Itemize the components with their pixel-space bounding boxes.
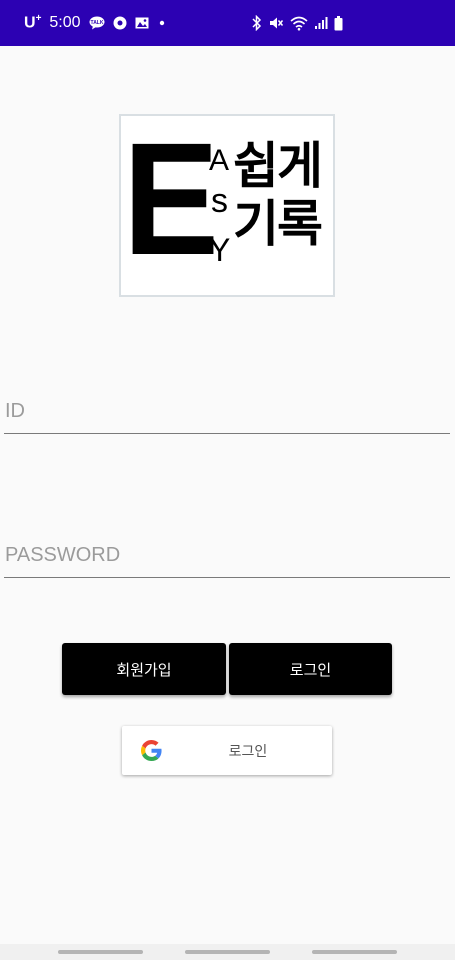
google-g-icon — [141, 740, 162, 761]
logo-letter-a: A — [209, 144, 230, 177]
logo-korean-line2: 기록 — [233, 195, 323, 253]
id-input[interactable] — [4, 394, 450, 434]
login-button-label: 로그인 — [289, 660, 332, 679]
recent-apps-button[interactable] — [58, 950, 143, 954]
navigation-bar — [0, 944, 455, 960]
talk-icon: TALK — [89, 16, 105, 30]
mute-icon — [268, 15, 284, 31]
google-login-button[interactable]: 로그인 — [122, 726, 332, 775]
home-button[interactable] — [185, 950, 270, 954]
clock: 5:00 — [49, 14, 81, 31]
app-logo: E A s Y 쉽게 기록 — [119, 114, 335, 297]
image-icon — [135, 17, 149, 29]
back-button[interactable] — [312, 950, 397, 954]
carrier-sup: + — [35, 13, 42, 25]
signup-button[interactable]: 회원가입 — [62, 643, 226, 695]
status-bar-right — [252, 0, 343, 46]
logo-letter-y: Y — [209, 232, 231, 268]
google-login-label: 로그인 — [228, 743, 268, 760]
svg-text:TALK: TALK — [90, 20, 103, 26]
battery-icon — [334, 15, 343, 31]
password-input[interactable] — [4, 538, 450, 578]
status-bar-left: U+ 5:00 TALK — [24, 0, 167, 46]
media-icon — [113, 16, 127, 30]
wifi-icon — [290, 15, 308, 31]
status-bar: U+ 5:00 TALK — [0, 0, 455, 46]
logo-letter-e: E — [123, 114, 220, 288]
logo-korean-line1: 쉽게 — [233, 137, 323, 195]
bluetooth-icon — [252, 15, 262, 31]
dot-icon — [157, 18, 167, 28]
carrier-label: U+ — [24, 13, 41, 32]
carrier-name: U — [24, 14, 36, 32]
signal-icon — [314, 16, 328, 30]
signup-button-label: 회원가입 — [116, 660, 172, 679]
login-button[interactable]: 로그인 — [229, 643, 392, 695]
logo-letter-s: s — [211, 182, 228, 220]
